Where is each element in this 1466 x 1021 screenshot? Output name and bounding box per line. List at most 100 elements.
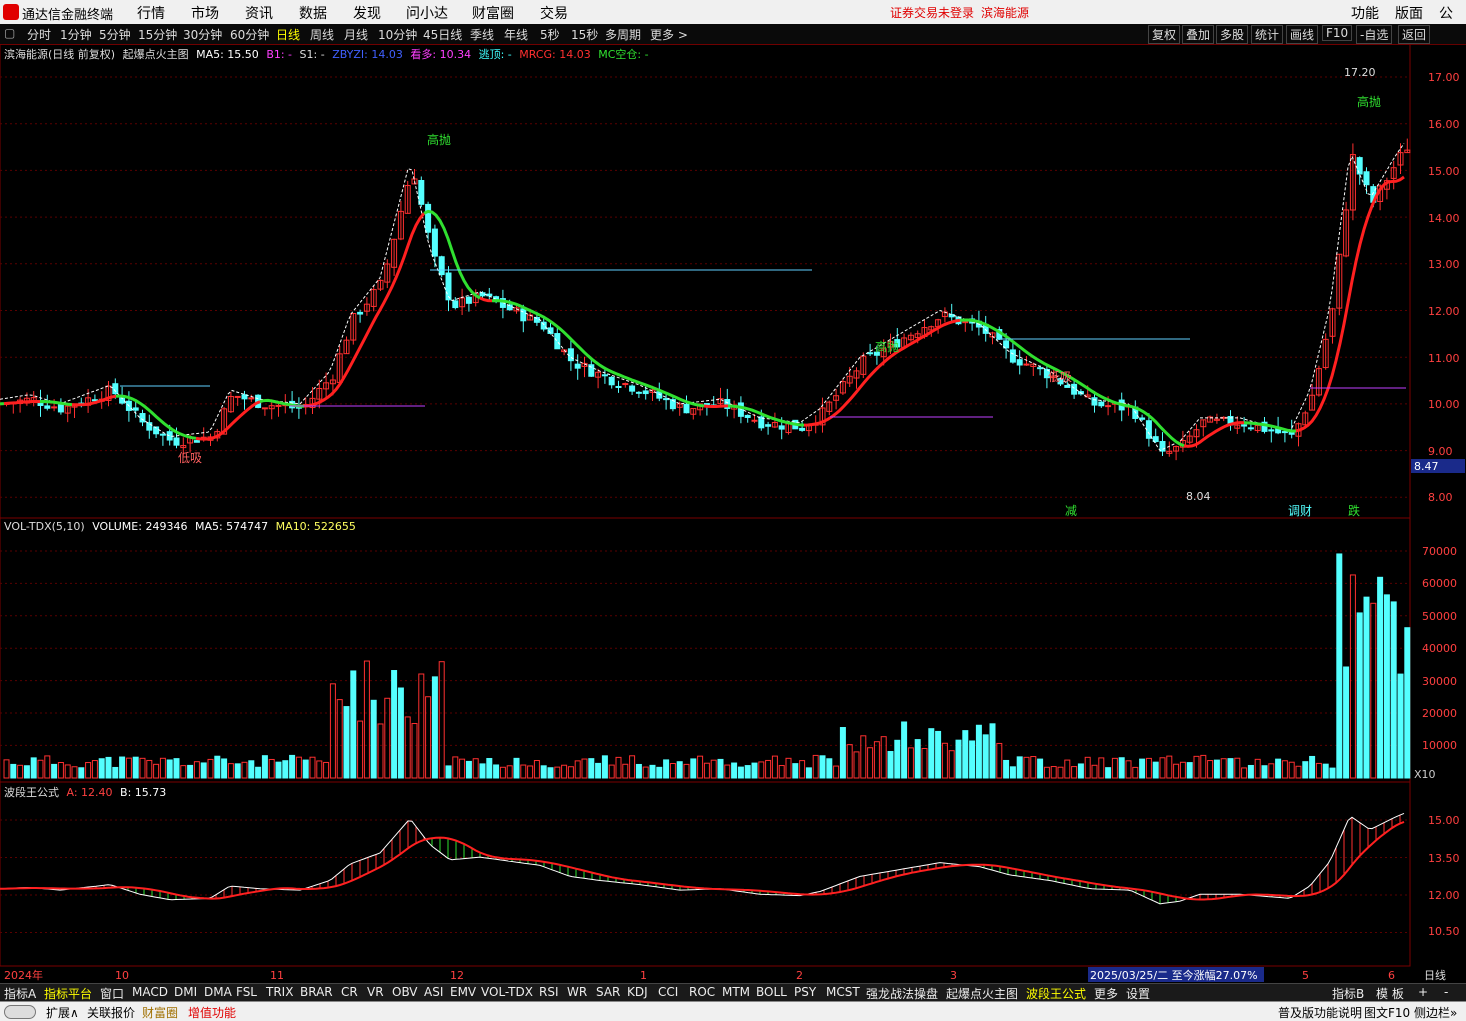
period-fenshi[interactable]: 分时: [27, 26, 51, 43]
menu-gongneng[interactable]: 功能: [1351, 3, 1379, 23]
status-value-added[interactable]: 增值功能: [188, 1004, 236, 1021]
status-related-quote[interactable]: 关联报价: [87, 1004, 135, 1021]
period-more[interactable]: 更多 >: [650, 26, 688, 43]
tab-template[interactable]: 模 板: [1376, 985, 1404, 1002]
menu-shichang[interactable]: 市场: [191, 3, 219, 23]
period-monthly[interactable]: 月线: [344, 26, 368, 43]
menu-jiaoyi[interactable]: 交易: [540, 3, 568, 23]
tab-qibao[interactable]: 起爆点火主图: [946, 985, 1018, 1002]
tab-window[interactable]: 窗口: [100, 985, 124, 1002]
volume-bar: [1378, 577, 1383, 778]
tab-cci[interactable]: CCI: [658, 985, 678, 999]
wave-tick-12: 12.00: [1428, 889, 1460, 902]
tab-vol-tdx[interactable]: VOL-TDX: [481, 985, 533, 999]
tab-fsl[interactable]: FSL: [236, 985, 257, 999]
tab-indicator-a[interactable]: 指标A: [4, 985, 36, 1002]
tab-asi[interactable]: ASI: [424, 985, 443, 999]
y-tick-10: 10.00: [1428, 398, 1460, 411]
menu-hangqing[interactable]: 行情: [137, 3, 165, 23]
period-15sec[interactable]: 15秒: [571, 26, 598, 43]
tab-kdj[interactable]: KDJ: [627, 985, 648, 999]
tab-roc[interactable]: ROC: [689, 985, 715, 999]
volume-bar: [330, 684, 335, 778]
volume-plot: [4, 554, 1410, 778]
candle-body: [1099, 402, 1104, 406]
tab-more[interactable]: 更多: [1094, 985, 1118, 1002]
tab-obv[interactable]: OBV: [392, 985, 418, 999]
status-sidebar[interactable]: 侧边栏»: [1414, 1004, 1457, 1021]
tab-indicator-b[interactable]: 指标B: [1332, 985, 1364, 1002]
volume-bar: [657, 767, 662, 778]
volume-bar: [31, 758, 36, 778]
volume-bar: [929, 729, 934, 778]
btn-huaxian[interactable]: 画线: [1286, 25, 1318, 44]
btn-diejia[interactable]: 叠加: [1182, 25, 1214, 44]
volume-bar: [1310, 756, 1315, 778]
volume-bar: [562, 765, 567, 778]
tab-qianglong[interactable]: 强龙战法操盘: [866, 985, 938, 1002]
period-1min[interactable]: 1分钟: [60, 26, 92, 43]
period-weekly[interactable]: 周线: [310, 26, 334, 43]
tab-rsi[interactable]: RSI: [539, 985, 559, 999]
tab-cr[interactable]: CR: [341, 985, 358, 999]
tab-dma[interactable]: DMA: [204, 985, 232, 999]
candle-body: [1072, 384, 1077, 394]
btn-zixuan[interactable]: -自选: [1356, 25, 1392, 44]
status-caifuquan[interactable]: 财富圈: [142, 1004, 178, 1021]
btn-fanhui[interactable]: 返回: [1398, 25, 1430, 44]
toggle-switch-icon[interactable]: [4, 1005, 36, 1019]
period-multi[interactable]: 多周期: [605, 26, 641, 43]
volume-bar: [460, 759, 465, 778]
period-30min[interactable]: 30分钟: [183, 26, 222, 43]
period-10min[interactable]: 10分钟: [378, 26, 417, 43]
period-15min[interactable]: 15分钟: [138, 26, 177, 43]
tab-mtm[interactable]: MTM: [722, 985, 750, 999]
status-f10[interactable]: 图文F10: [1364, 1004, 1410, 1021]
tab-boll[interactable]: BOLL: [756, 985, 787, 999]
tab-sar[interactable]: SAR: [596, 985, 620, 999]
btn-f10[interactable]: F10: [1322, 25, 1352, 41]
period-daily[interactable]: 日线: [276, 26, 300, 43]
period-menu-icon[interactable]: ▢: [4, 26, 15, 40]
status-expand[interactable]: 扩展∧: [46, 1004, 79, 1021]
volume-bar: [623, 764, 628, 778]
status-version-info[interactable]: 普及版功能说明: [1278, 1004, 1362, 1021]
period-60min[interactable]: 60分钟: [230, 26, 269, 43]
menu-wenxiaoda[interactable]: 问小达: [406, 3, 448, 23]
tab-dmi[interactable]: DMI: [174, 985, 197, 999]
volume-bar: [188, 765, 193, 778]
period-quarterly[interactable]: 季线: [470, 26, 494, 43]
tab-emv[interactable]: EMV: [450, 985, 476, 999]
menu-zixun[interactable]: 资讯: [245, 3, 273, 23]
stock-chart[interactable]: 17.00 16.00 15.00 14.00 13.00 12.00 11.0…: [0, 44, 1466, 983]
btn-duogu[interactable]: 多股: [1216, 25, 1248, 44]
login-status[interactable]: 证券交易未登录: [890, 4, 974, 21]
tab-mcst[interactable]: MCST: [826, 985, 860, 999]
tab-trix[interactable]: TRIX: [266, 985, 293, 999]
period-yearly[interactable]: 年线: [504, 26, 528, 43]
menu-caifuquan[interactable]: 财富圈: [472, 3, 514, 23]
menu-shuju[interactable]: 数据: [299, 3, 327, 23]
candle-body: [636, 392, 641, 393]
tab-brar[interactable]: BRAR: [300, 985, 333, 999]
tab-macd[interactable]: MACD: [132, 985, 168, 999]
tab-psy[interactable]: PSY: [794, 985, 816, 999]
volume-bar: [385, 698, 390, 778]
tab-settings[interactable]: 设置: [1126, 985, 1150, 1002]
tab-boduanwang[interactable]: 波段王公式: [1026, 985, 1086, 1002]
tab-minus[interactable]: -: [1444, 985, 1448, 999]
volume-bar: [1024, 757, 1029, 778]
tab-vr[interactable]: VR: [367, 985, 384, 999]
menu-faxian[interactable]: 发现: [353, 3, 381, 23]
btn-tongji[interactable]: 统计: [1251, 25, 1283, 44]
tab-plus[interactable]: +: [1418, 985, 1428, 999]
period-5sec[interactable]: 5秒: [540, 26, 560, 43]
btn-fuquan[interactable]: 复权: [1148, 25, 1180, 44]
volume-bar: [446, 766, 451, 778]
y-tick-9: 9.00: [1428, 445, 1453, 458]
period-45day[interactable]: 45日线: [423, 26, 462, 43]
tab-indicator-platform[interactable]: 指标平台: [44, 985, 92, 1002]
menu-banmian[interactable]: 版面: [1395, 3, 1423, 23]
period-5min[interactable]: 5分钟: [99, 26, 131, 43]
tab-wr[interactable]: WR: [567, 985, 587, 999]
